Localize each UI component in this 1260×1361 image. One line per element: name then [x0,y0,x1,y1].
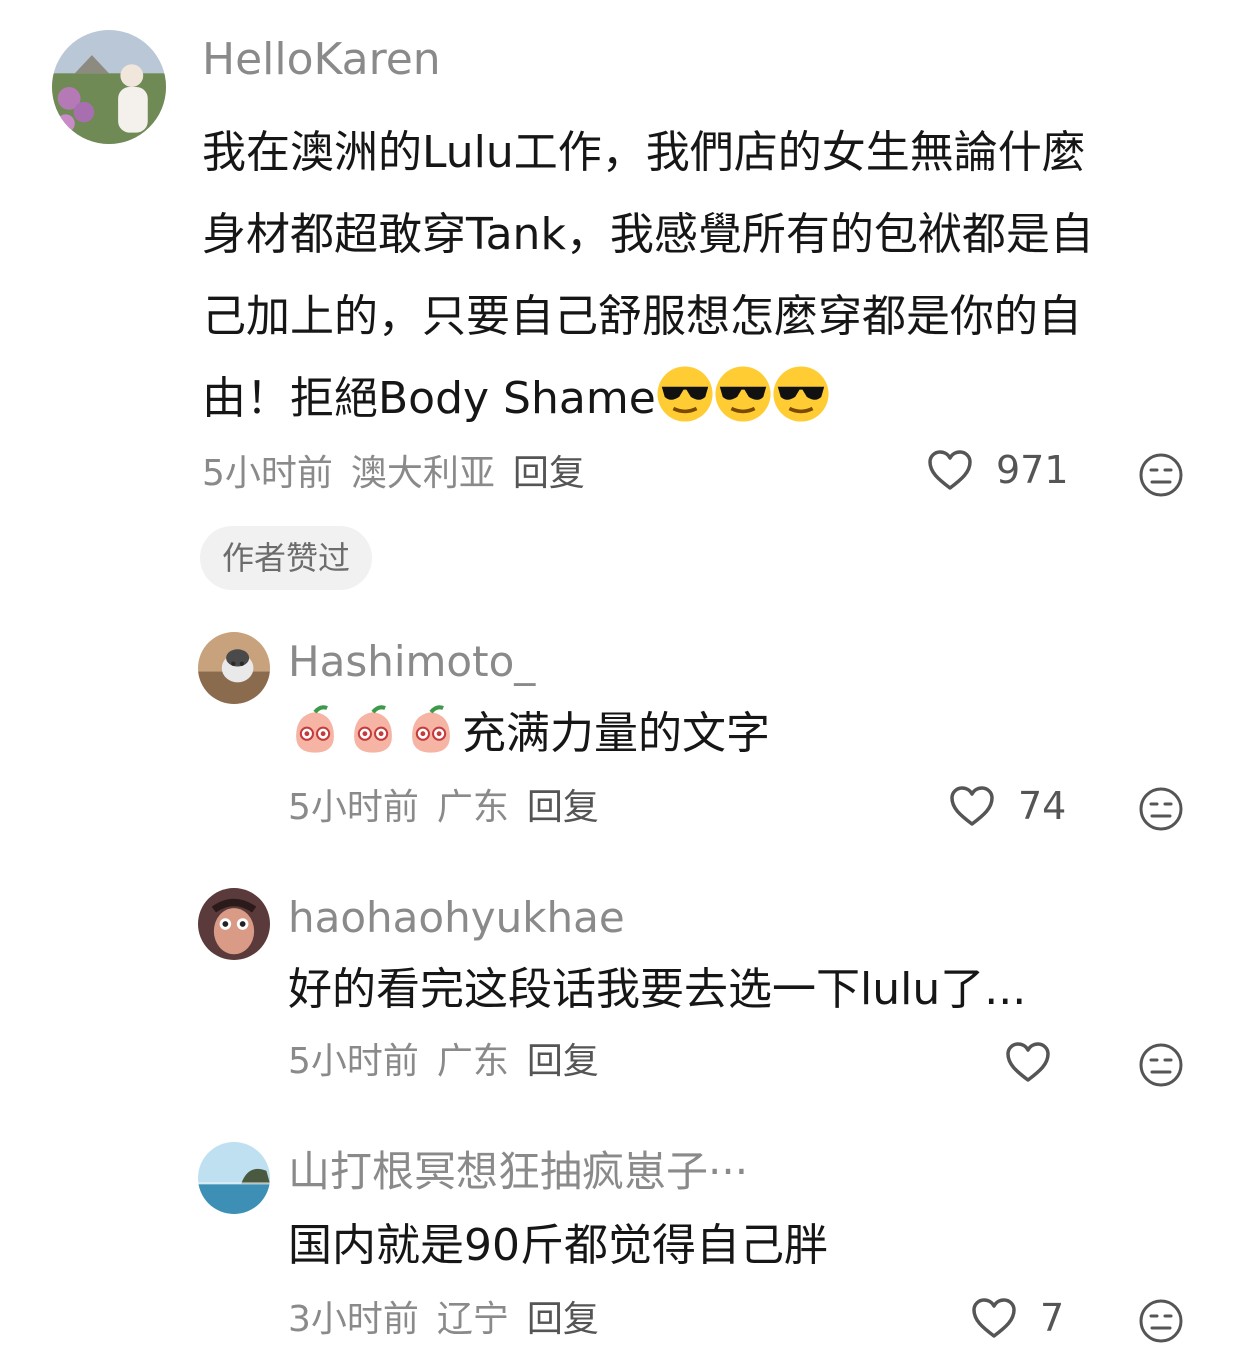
avatar[interactable] [198,632,270,704]
comment-username[interactable]: Hashimoto_ [288,636,535,688]
like-count: 7 [1040,1296,1065,1340]
comment-location: 广东 [436,787,509,828]
comment-meta: 3小时前 辽宁 回复 [288,1298,599,1342]
avatar[interactable] [52,30,166,144]
comment-text: 国内就是90斤都觉得自己胖 [288,1220,828,1271]
comment-meta: 5小时前 广东 回复 [288,1040,599,1084]
comment-meta: 5小时前 广东 回复 [288,786,599,830]
comment-time: 5小时前 [288,787,419,828]
comment-text: 充满力量的文字 [288,696,770,772]
comment-text-line: 我在澳洲的Lulu工作，我們店的女生無論什麼 [202,127,1086,178]
reply-button[interactable]: 回复 [527,1041,599,1082]
like-button[interactable]: 971 [926,448,1069,492]
comment-text-line-last: 由！拒絕Body Shame [202,373,656,424]
comment-text: 好的看完这段话我要去选一下lulu了... [288,964,1027,1015]
comment-text-line: 由！拒絕Body Shame [202,358,1202,440]
avatar[interactable] [198,1142,270,1214]
comment-location: 澳大利亚 [350,453,495,494]
comment-location: 辽宁 [436,1299,509,1340]
comment-time: 5小时前 [202,453,333,494]
heart-icon [1006,1042,1050,1082]
peach-emoji [412,705,450,753]
sunglasses-emoji [715,366,771,422]
like-button[interactable]: 7 [970,1296,1064,1340]
comment-text-line: 己加上的，只要自己舒服想怎麼穿都是你的自 [202,291,1082,342]
comment-text-line: 身材都超敢穿Tank，我感覺所有的包袱都是自 [202,209,1094,260]
reply-button[interactable]: 回复 [527,787,599,828]
dislike-icon[interactable] [1138,452,1184,498]
author-liked-badge: 作者赞过 [200,526,373,590]
sunglasses-emoji [657,366,713,422]
peach-emoji [296,705,334,753]
like-button[interactable] [1004,1040,1074,1084]
peach-emoji [354,705,392,753]
heart-icon [928,450,972,490]
comment-time: 3小时前 [288,1299,419,1340]
comment-location: 广东 [436,1041,509,1082]
like-count: 74 [1018,784,1067,828]
reply-button[interactable]: 回复 [527,1299,599,1340]
reply-button[interactable]: 回复 [513,453,585,494]
comment-text-body: 充满力量的文字 [462,708,770,759]
sunglasses-emoji [773,366,829,422]
like-button[interactable]: 74 [948,784,1066,828]
comment-text: 我在澳洲的Lulu工作，我們店的女生無論什麼 身材都超敢穿Tank，我感覺所有的… [202,112,1202,440]
comment-time: 5小时前 [288,1041,419,1082]
comment-username[interactable]: 山打根冥想狂抽疯崽子··· [288,1146,748,1198]
comment-username[interactable]: haohaohyukhae [288,892,625,944]
heart-icon [972,1298,1016,1338]
dislike-icon[interactable] [1138,1042,1184,1088]
heart-icon [950,786,994,826]
comment-username[interactable]: HelloKaren [202,34,441,86]
avatar[interactable] [198,888,270,960]
comment-meta: 5小时前 澳大利亚 回复 [202,452,585,496]
like-count: 971 [996,448,1069,492]
dislike-icon[interactable] [1138,1298,1184,1344]
dislike-icon[interactable] [1138,786,1184,832]
